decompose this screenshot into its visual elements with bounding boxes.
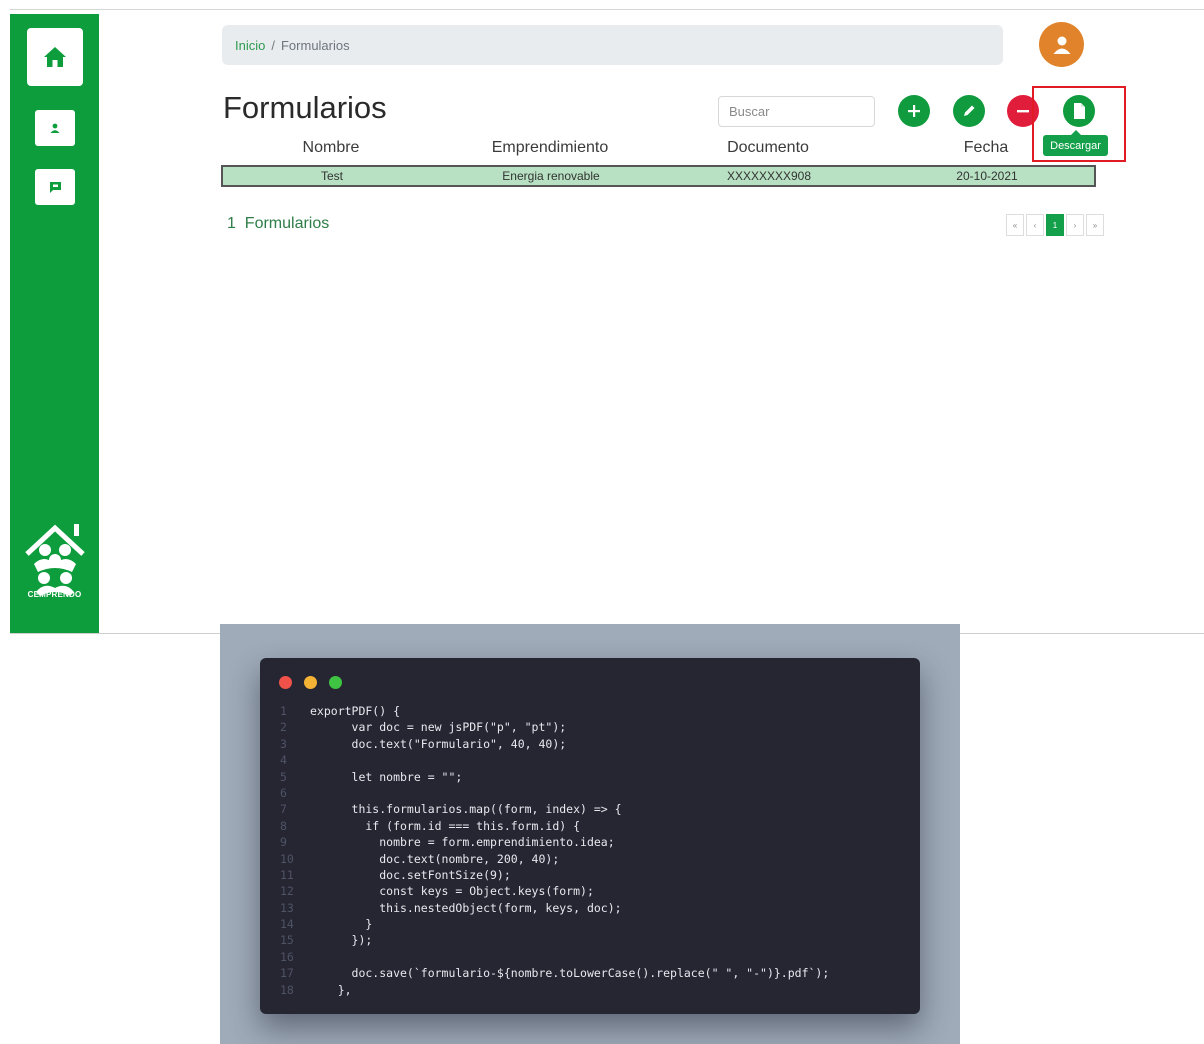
page-current-button[interactable]: 1	[1046, 214, 1064, 236]
line-number: 6	[280, 785, 287, 800]
breadcrumb-separator: /	[271, 37, 275, 53]
line-number: 7	[280, 802, 287, 817]
code-text: if (form.id === this.form.id) {	[310, 818, 581, 833]
code-text: var doc = new jsPDF("p", "pt");	[310, 720, 567, 735]
table-header: Nombre Emprendimiento Documento Fecha	[222, 139, 1096, 163]
code-line: 6	[280, 785, 829, 801]
record-count: 1 Formularios	[227, 215, 329, 233]
code-line: 12 const keys = Object.keys(form);	[280, 883, 829, 899]
pagination: « ‹ 1 › »	[1006, 214, 1104, 236]
code-block: 1 exportPDF() {2 var doc = new jsPDF("p",…	[280, 703, 829, 998]
logo-text: CEMPRENDO	[27, 590, 82, 599]
breadcrumb-current: Formularios	[280, 37, 350, 53]
nav-profile-button[interactable]	[35, 110, 75, 146]
cell-documento: XXXXXXXX908	[726, 169, 812, 183]
code-text: },	[310, 982, 352, 997]
code-text: let nombre = "";	[310, 769, 463, 784]
code-line: 17 doc.save(`formulario-${nombre.toLower…	[280, 965, 829, 981]
line-number: 15	[280, 933, 294, 948]
top-divider	[10, 9, 1204, 10]
code-line: 8 if (form.id === this.form.id) {	[280, 818, 829, 834]
line-number: 9	[280, 835, 287, 850]
code-text: }	[310, 917, 373, 932]
window-maximize-dot	[329, 676, 342, 689]
code-line: 7 this.formularios.map((form, index) => …	[280, 801, 829, 817]
line-number: 8	[280, 818, 287, 833]
line-number: 12	[280, 884, 294, 899]
window-close-dot	[279, 676, 292, 689]
code-text: doc.text("Formulario", 40, 40);	[310, 736, 567, 751]
code-line: 1 exportPDF() {	[280, 703, 829, 719]
code-text: nombre = form.emprendimiento.idea;	[310, 835, 615, 850]
line-number: 13	[280, 900, 294, 915]
line-number: 18	[280, 982, 294, 997]
chat-icon	[49, 181, 61, 193]
column-header-emprendimiento[interactable]: Emprendimiento	[492, 139, 609, 157]
code-text: this.nestedObject(form, keys, doc);	[310, 900, 622, 915]
code-text: doc.save(`formulario-${nombre.toLowerCas…	[310, 966, 830, 981]
avatar[interactable]	[1039, 22, 1084, 67]
line-number: 2	[280, 720, 287, 735]
code-text: doc.setFontSize(9);	[310, 867, 511, 882]
cell-fecha: 20-10-2021	[956, 169, 1018, 183]
edit-button[interactable]	[953, 95, 985, 127]
record-count-number: 1	[227, 215, 236, 232]
minus-icon	[1017, 110, 1029, 113]
plus-icon	[908, 105, 920, 117]
code-window: 1 exportPDF() {2 var doc = new jsPDF("p",…	[260, 658, 920, 1014]
line-number: 1	[280, 704, 287, 718]
nav-messages-button[interactable]	[35, 169, 75, 205]
home-icon	[44, 47, 66, 67]
code-line: 4	[280, 752, 829, 768]
code-line: 5 let nombre = "";	[280, 769, 829, 785]
code-text: exportPDF() {	[310, 704, 401, 718]
column-header-documento[interactable]: Documento	[727, 139, 809, 157]
line-number: 10	[280, 851, 294, 866]
code-text: doc.text(nombre, 200, 40);	[310, 851, 560, 866]
app-window: CEMPRENDO Inicio / Formularios Formulari…	[10, 14, 1204, 634]
line-number: 3	[280, 736, 287, 751]
code-line: 11 doc.setFontSize(9);	[280, 867, 829, 883]
column-header-nombre[interactable]: Nombre	[303, 139, 360, 157]
code-line: 18 },	[280, 982, 829, 998]
code-line: 2 var doc = new jsPDF("p", "pt");	[280, 719, 829, 735]
code-line: 9 nombre = form.emprendimiento.idea;	[280, 834, 829, 850]
code-text: });	[310, 933, 373, 948]
code-line: 15 });	[280, 932, 829, 948]
add-button[interactable]	[898, 95, 930, 127]
line-number: 11	[280, 867, 294, 882]
person-card-icon	[50, 123, 60, 133]
user-icon	[1053, 36, 1070, 54]
column-header-fecha[interactable]: Fecha	[964, 139, 1008, 157]
page-prev-button[interactable]: ‹	[1026, 214, 1044, 236]
table-row[interactable]: Test Energia renovable XXXXXXXX908 20-10…	[221, 165, 1096, 187]
breadcrumb: Inicio / Formularios	[222, 25, 1003, 65]
code-text: this.formularios.map((form, index) => {	[310, 802, 622, 817]
window-minimize-dot	[304, 676, 317, 689]
cell-emprendimiento: Energia renovable	[502, 169, 600, 183]
code-text: const keys = Object.keys(form);	[310, 884, 594, 899]
code-line: 3 doc.text("Formulario", 40, 40);	[280, 736, 829, 752]
cell-nombre: Test	[320, 169, 344, 183]
line-number: 16	[280, 949, 294, 964]
page-first-button[interactable]: «	[1006, 214, 1024, 236]
code-line: 10 doc.text(nombre, 200, 40);	[280, 851, 829, 867]
pencil-icon	[964, 105, 975, 116]
line-number: 14	[280, 917, 294, 932]
page-last-button[interactable]: »	[1086, 214, 1104, 236]
code-line: 13 this.nestedObject(form, keys, doc);	[280, 900, 829, 916]
code-line: 14 }	[280, 916, 829, 932]
record-count-label: Formularios	[244, 215, 330, 232]
line-number: 5	[280, 769, 287, 784]
breadcrumb-home-link[interactable]: Inicio	[235, 38, 265, 53]
line-number: 17	[280, 966, 294, 981]
sidebar: CEMPRENDO	[10, 14, 99, 633]
code-line: 16	[280, 949, 829, 965]
search-input[interactable]	[718, 96, 875, 127]
nav-home-button[interactable]	[27, 28, 83, 86]
page-title: Formularios	[223, 90, 387, 125]
page-next-button[interactable]: ›	[1066, 214, 1084, 236]
line-number: 4	[280, 753, 287, 768]
